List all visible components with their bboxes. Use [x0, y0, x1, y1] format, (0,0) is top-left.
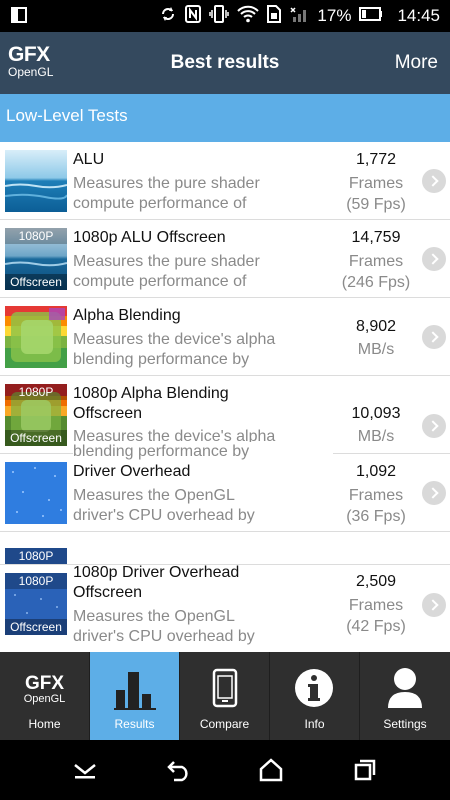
test-description-line-2: compute performance of: [73, 273, 247, 290]
test-title: Alpha Blending: [73, 307, 181, 324]
bar-chart-icon: [114, 666, 156, 715]
test-score: 1,772: [355, 151, 397, 168]
back-icon[interactable]: [166, 758, 192, 787]
test-unit: Frames: [348, 253, 404, 270]
test-description-line-1: Measures the pure shader: [73, 253, 260, 270]
test-title-line-2: Offscreen: [73, 584, 143, 601]
test-unit: Frames: [348, 175, 404, 192]
test-fps: (36 Fps): [346, 508, 406, 525]
test-title-line-2: Offscreen: [73, 405, 143, 422]
section-header: Low-Level Tests: [0, 94, 450, 142]
offscreen-badge: Offscreen: [5, 274, 67, 290]
signal-icon: [289, 5, 309, 28]
screen-mirror-icon: [10, 6, 28, 29]
bottom-navigation: GFX OpenGL Home Results Compare Info Set…: [0, 652, 450, 740]
nfc-icon: [185, 4, 202, 28]
more-button[interactable]: More: [395, 52, 438, 74]
chevron-right-icon[interactable]: [422, 325, 446, 349]
tab-label: Settings: [383, 717, 427, 731]
wifi-icon: [237, 5, 260, 28]
resolution-badge: 1080P: [5, 548, 67, 564]
tab-compare[interactable]: Compare: [180, 652, 269, 740]
offscreen-badge: Offscreen: [5, 430, 67, 446]
test-title: ALU: [73, 151, 105, 168]
test-score: 8,902: [355, 318, 397, 335]
test-title: 1080p Alpha Blending: [73, 385, 229, 402]
sync-icon: [159, 5, 177, 28]
list-item-alu[interactable]: ALU Measures the pure shader compute per…: [0, 142, 450, 220]
list-item-alpha-blending[interactable]: Alpha Blending Measures the device's alp…: [0, 298, 450, 376]
list-item-driver-overhead-offscreen-content[interactable]: 1080P Offscreen 1080p Driver Overhead Of…: [0, 564, 450, 652]
tab-label: Home: [28, 717, 61, 731]
system-navigation-bar: [0, 740, 450, 800]
tab-results[interactable]: Results: [90, 652, 179, 740]
chevron-right-icon[interactable]: [422, 247, 446, 271]
test-description-line-1: Measures the OpenGL: [73, 608, 235, 625]
sim-icon: [267, 4, 282, 28]
test-description-line-2: driver's CPU overhead by: [73, 628, 255, 645]
app-bar: GFX OpenGL Best results More: [0, 32, 450, 94]
resolution-badge: 1080P: [5, 573, 67, 589]
test-score: 2,509: [355, 573, 397, 590]
test-description-line-2: driver's CPU overhead by: [73, 507, 255, 524]
test-description-line-1: Measures the OpenGL: [73, 487, 235, 504]
test-unit: MB/s: [357, 428, 395, 445]
offscreen-badge: Offscreen: [5, 619, 67, 635]
driver-overhead-offscreen-thumbnail: 1080P Offscreen: [5, 573, 67, 635]
test-unit: MB/s: [357, 341, 395, 358]
chevron-right-icon[interactable]: [422, 414, 446, 438]
battery-icon: [359, 6, 383, 26]
gfx-logo-icon: GFX OpenGL: [23, 673, 66, 705]
test-description-line-2: blending performance by: [73, 442, 333, 462]
tab-settings[interactable]: Settings: [360, 652, 450, 740]
test-fps: (246 Fps): [341, 274, 411, 291]
status-bar: 17% 14:45: [0, 0, 450, 32]
test-fps: (59 Fps): [346, 196, 406, 213]
resolution-badge: 1080P: [5, 228, 67, 244]
test-title: 1080p Driver Overhead: [73, 564, 240, 581]
tab-home[interactable]: GFX OpenGL Home: [0, 652, 89, 740]
tab-info[interactable]: Info: [270, 652, 359, 740]
chevron-right-icon[interactable]: [422, 481, 446, 505]
list-item-alu-offscreen[interactable]: 1080P Offscreen 1080p ALU Offscreen Meas…: [0, 220, 450, 298]
collapse-icon[interactable]: [72, 760, 98, 785]
ocean-offscreen-thumbnail: 1080P Offscreen: [5, 228, 67, 290]
tab-label: Info: [304, 717, 325, 731]
clock: 14:45: [397, 6, 440, 25]
test-unit: Frames: [348, 487, 404, 504]
test-title: 1080p ALU Offscreen: [73, 229, 226, 246]
ocean-thumbnail: [5, 150, 67, 212]
test-description-line-1: Measures the pure shader: [73, 175, 260, 192]
test-score: 1,092: [355, 463, 397, 480]
test-score: 14,759: [351, 229, 401, 246]
driver-overhead-thumbnail: [5, 462, 67, 524]
tab-label: Compare: [199, 717, 250, 731]
test-unit: Frames: [348, 597, 404, 614]
test-description-line-2: compute performance of: [73, 195, 247, 212]
page-title: Best results: [170, 52, 280, 73]
alpha-blend-offscreen-thumbnail: 1080P Offscreen: [5, 384, 67, 446]
battery-percent: 17%: [317, 6, 352, 25]
info-icon: [294, 668, 334, 713]
test-score: 10,093: [351, 405, 401, 422]
list-item-driver-overhead[interactable]: Driver Overhead Measures the OpenGL driv…: [0, 454, 450, 532]
chevron-right-icon[interactable]: [422, 593, 446, 617]
test-title: Driver Overhead: [73, 463, 191, 480]
test-description-line-1: Measures the device's alpha: [73, 331, 276, 348]
user-icon: [387, 666, 423, 715]
test-description-line-2: blending performance by: [73, 351, 250, 368]
chevron-right-icon[interactable]: [422, 169, 446, 193]
resolution-badge: 1080P: [5, 384, 67, 400]
vibrate-icon: [209, 4, 230, 28]
phone-icon: [212, 668, 238, 713]
tab-label: Results: [114, 717, 155, 731]
test-fps: (42 Fps): [346, 618, 406, 635]
home-icon[interactable]: [259, 758, 283, 787]
recents-icon[interactable]: [353, 758, 377, 787]
alpha-blend-thumbnail: [5, 306, 67, 368]
